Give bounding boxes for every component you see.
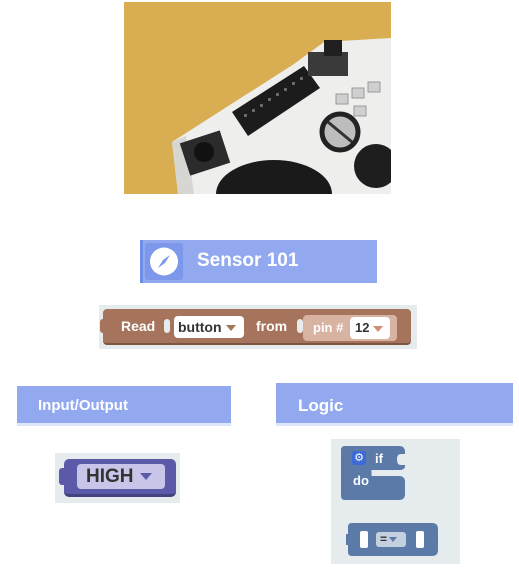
category-logic[interactable]: Logic	[276, 383, 513, 426]
board-photo	[124, 2, 391, 194]
pin-dropdown[interactable]: 12	[350, 317, 390, 339]
compass-icon	[150, 247, 178, 276]
dropdown-arrow-icon	[139, 473, 152, 481]
category-title: Input/Output	[38, 397, 128, 414]
category-input-output[interactable]: Input/Output	[17, 386, 231, 426]
read-label: Read	[121, 318, 156, 334]
operator-dropdown[interactable]: =	[376, 532, 406, 547]
button-dropdown-value: button	[178, 319, 222, 335]
category-title: Sensor 101	[197, 250, 299, 271]
high-dropdown[interactable]: HIGH	[77, 464, 165, 489]
operator-value: =	[380, 532, 388, 546]
pin-value: 12	[355, 320, 370, 335]
pin-label: pin #	[313, 320, 344, 335]
pin-block[interactable]: pin # 12	[303, 315, 397, 341]
if-label: if	[375, 451, 383, 466]
do-label: do	[353, 473, 369, 488]
high-block[interactable]: HIGH	[59, 459, 176, 497]
block-connector	[100, 319, 107, 333]
dropdown-arrow-icon	[389, 537, 398, 543]
dropdown-arrow-icon	[373, 325, 384, 332]
category-sensor-101[interactable]: Sensor 101	[140, 240, 377, 283]
high-value: HIGH	[86, 466, 134, 487]
button-dropdown[interactable]: button	[174, 316, 244, 338]
from-label: from	[256, 318, 288, 334]
block-connector	[59, 468, 67, 485]
dropdown-arrow-icon	[225, 325, 236, 332]
read-block[interactable]: Read button from pin # 12	[100, 309, 411, 345]
input-notch	[164, 319, 170, 333]
category-title: Logic	[298, 396, 344, 415]
compass-icon-box	[145, 243, 183, 280]
gear-icon[interactable]: ⚙	[352, 451, 366, 465]
